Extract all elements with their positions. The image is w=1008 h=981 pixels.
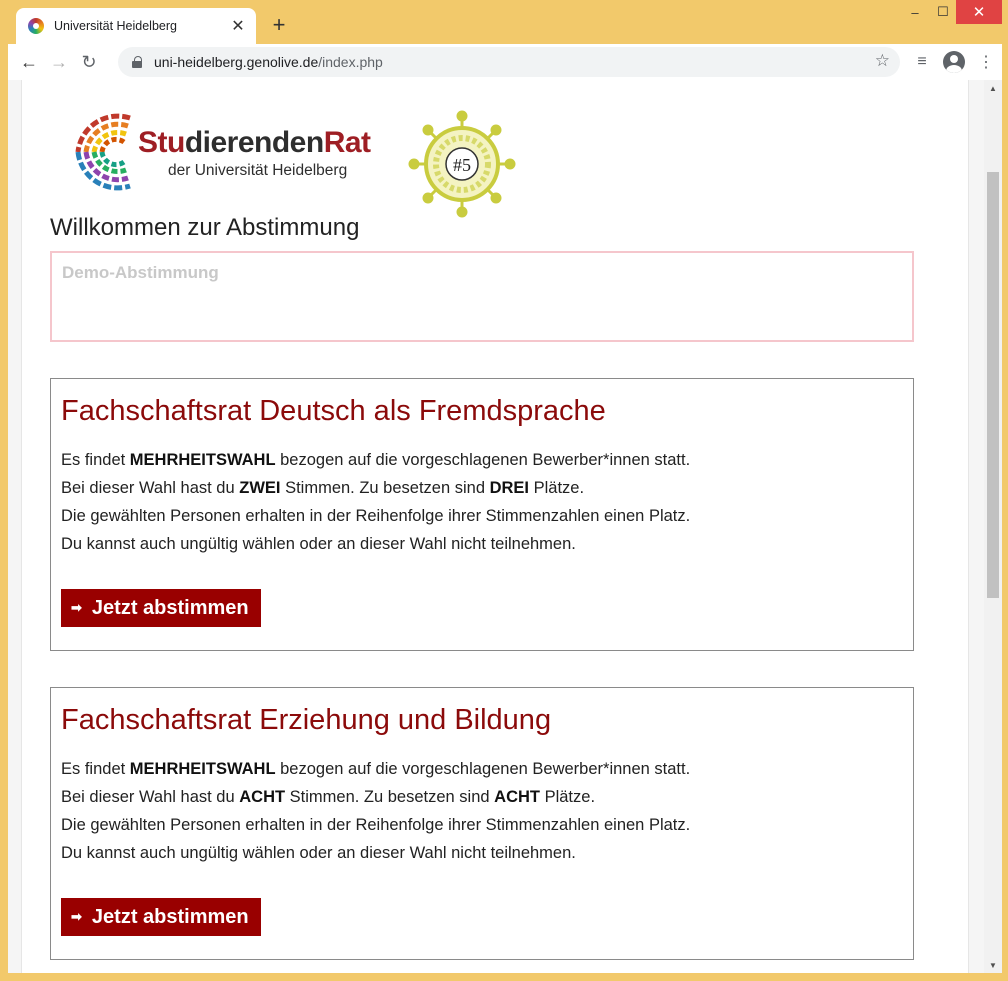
- tab-title: Universität Heidelberg: [54, 19, 177, 33]
- plus-icon: +: [272, 12, 286, 37]
- more-vert-icon: ⋮: [978, 54, 994, 71]
- reload-icon: ↻: [81, 51, 97, 72]
- star-icon[interactable]: ☆: [875, 51, 890, 71]
- page-title: Willkommen zur Abstimmung: [50, 214, 360, 241]
- profile-button[interactable]: [938, 47, 970, 77]
- election-card: Fachschaftsrat Erziehung und Bildung Es …: [50, 687, 914, 960]
- scrollbar-thumb[interactable]: [987, 172, 999, 598]
- browser-window: Universität Heidelberg ✕ + – ☐ ✕ ← → ↻ u…: [0, 0, 1008, 981]
- url-host: uni-heidelberg.genolive.de: [154, 54, 319, 70]
- election-title: Fachschaftsrat Deutsch als Fremdsprache: [61, 395, 606, 427]
- vertical-scrollbar[interactable]: ▲ ▼: [984, 80, 1002, 973]
- maximize-button[interactable]: ☐: [928, 0, 958, 24]
- scroll-up-arrow-icon[interactable]: ▲: [984, 80, 1002, 96]
- maximize-icon: ☐: [937, 4, 949, 19]
- election-invalid-line: Du kannst auch ungültig wählen oder an d…: [61, 844, 576, 862]
- page-viewport: StudierendenRat der Universität Heidelbe…: [8, 80, 1002, 973]
- minimize-button[interactable]: –: [900, 0, 930, 24]
- badge-text: #5: [453, 155, 471, 175]
- page-margin-left: [8, 80, 22, 973]
- address-bar[interactable]: uni-heidelberg.genolive.de/index.php ☆: [118, 47, 900, 77]
- election-method-line: Es findet MEHRHEITSWAHL bezogen auf die …: [61, 760, 691, 778]
- arrow-left-icon: ←: [20, 51, 38, 72]
- back-button[interactable]: ←: [14, 47, 44, 77]
- reload-button[interactable]: ↻: [74, 47, 104, 77]
- vote-button-label: Jetzt abstimmen: [91, 596, 249, 619]
- forward-button[interactable]: →: [44, 47, 74, 77]
- demo-notice: Demo-Abstimmung: [50, 251, 914, 342]
- minimize-icon: –: [911, 4, 919, 20]
- close-icon[interactable]: ✕: [226, 14, 250, 38]
- arrow-right-icon: ➡: [71, 600, 82, 615]
- browser-toolbar: ← → ↻ uni-heidelberg.genolive.de/index.p…: [8, 44, 1002, 80]
- election-votes-line: Bei dieser Wahl hast du ACHT Stimmen. Zu…: [61, 788, 596, 806]
- toolbar-actions: ≡ ⋮: [906, 47, 1002, 77]
- vote-button-label: Jetzt abstimmen: [91, 905, 249, 928]
- demo-label: Demo-Abstimmung: [62, 263, 219, 282]
- virus-badge-icon: #5: [408, 110, 516, 218]
- election-title: Fachschaftsrat Erziehung und Bildung: [61, 704, 552, 736]
- election-method-line: Es findet MEHRHEITSWAHL bezogen auf die …: [61, 451, 691, 469]
- avatar-icon: [943, 51, 965, 73]
- scroll-down-arrow-icon[interactable]: ▼: [984, 957, 1002, 973]
- page-margin-right: [968, 80, 984, 973]
- media-queue-button[interactable]: ≡: [906, 47, 938, 77]
- logo-subtitle: der Universität Heidelberg: [168, 162, 348, 179]
- election-votes-line: Bei dieser Wahl hast du ZWEI Stimmen. Zu…: [61, 479, 585, 497]
- window-close-button[interactable]: ✕: [956, 0, 1002, 24]
- browser-tab[interactable]: Universität Heidelberg ✕: [16, 8, 256, 44]
- arrow-right-icon: →: [50, 51, 68, 72]
- new-tab-button[interactable]: +: [266, 12, 292, 38]
- vote-now-button[interactable]: ➡ Jetzt abstimmen: [61, 898, 261, 936]
- election-order-line: Die gewählten Personen erhalten in der R…: [61, 816, 691, 834]
- url-path: /index.php: [318, 54, 383, 70]
- window-close-icon: ✕: [972, 4, 986, 21]
- menu-button[interactable]: ⋮: [970, 47, 1002, 77]
- stura-logo: StudierendenRat der Universität Heidelbe…: [68, 106, 388, 198]
- tab-strip: Universität Heidelberg ✕ + – ☐ ✕: [0, 0, 1008, 44]
- favicon-icon: [28, 18, 44, 34]
- lock-icon: [132, 56, 142, 68]
- arrow-right-icon: ➡: [71, 909, 82, 924]
- vote-now-button[interactable]: ➡ Jetzt abstimmen: [61, 589, 261, 627]
- election-card: Fachschaftsrat Deutsch als Fremdsprache …: [50, 378, 914, 651]
- playlist-icon: ≡: [917, 53, 927, 70]
- election-order-line: Die gewählten Personen erhalten in der R…: [61, 507, 691, 525]
- election-invalid-line: Du kannst auch ungültig wählen oder an d…: [61, 535, 576, 553]
- logo-title: StudierendenRat: [138, 126, 371, 159]
